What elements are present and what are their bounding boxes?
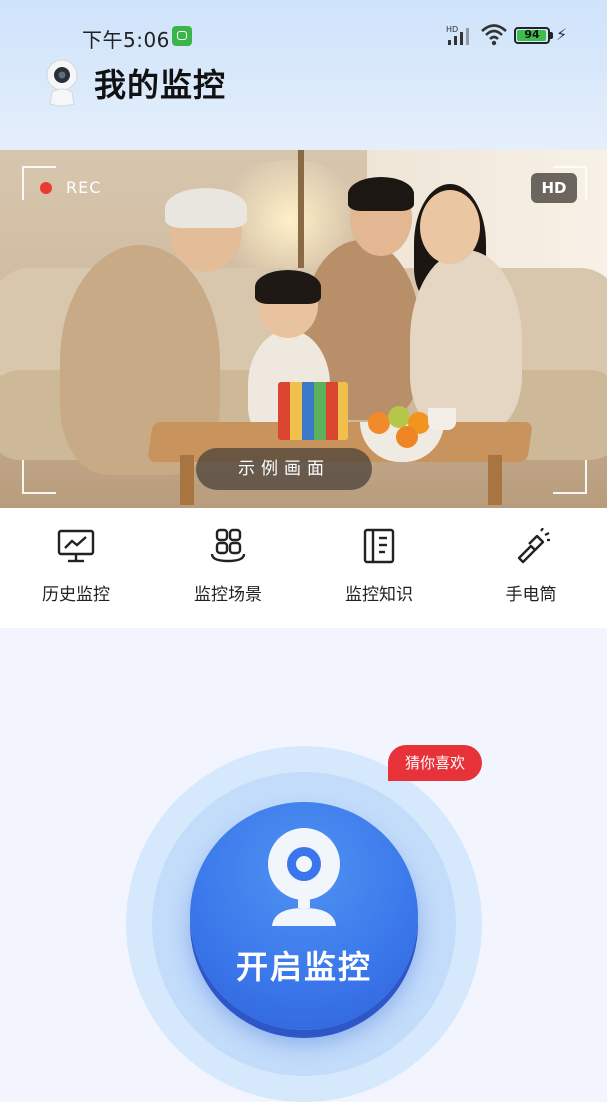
page-title: 我的监控 xyxy=(94,66,227,104)
app-notification-icon xyxy=(172,26,192,46)
knowledge-book-icon xyxy=(363,528,395,564)
start-monitoring-button[interactable]: 开启监控 xyxy=(190,802,418,1030)
rec-label: REC xyxy=(66,178,102,197)
toy-blocks xyxy=(278,382,348,440)
status-time: 下午5:06 xyxy=(82,28,170,52)
shortcut-label: 手电筒 xyxy=(505,585,557,605)
hd-badge[interactable]: HD xyxy=(531,173,577,203)
svg-text:HD: HD xyxy=(446,25,458,34)
guess-you-like-tag[interactable]: 猜你喜欢 xyxy=(388,745,482,781)
camera-icon xyxy=(268,828,340,926)
battery-level: 94 xyxy=(524,28,540,41)
shortcut-label: 监控知识 xyxy=(345,585,413,605)
charging-icon: ⚡ xyxy=(556,25,568,44)
mother-figure xyxy=(410,250,522,430)
frame-corner-br xyxy=(553,460,587,494)
shortcut-bar: 历史监控 监控场景 监控知识 手电筒 xyxy=(0,508,607,628)
shortcut-label: 历史监控 xyxy=(42,585,110,605)
tea-cup xyxy=(428,408,456,430)
battery-indicator: 94 xyxy=(514,27,550,44)
frame-corner-bl xyxy=(22,460,56,494)
shortcut-monitor-knowledge[interactable]: 监控知识 xyxy=(319,528,439,618)
app-header: 我的监控 xyxy=(0,54,607,114)
shortcut-history-monitor[interactable]: 历史监控 xyxy=(16,528,136,618)
scene-grid-icon xyxy=(210,528,246,563)
rec-indicator-icon xyxy=(40,182,52,194)
sample-view-label: 示例画面 xyxy=(196,448,372,490)
cellular-signal-icon: HD xyxy=(446,25,469,45)
start-monitoring-label: 开启监控 xyxy=(235,948,372,986)
camera-logo-icon xyxy=(46,59,78,107)
frame-corner-tl xyxy=(22,166,56,200)
shortcut-flashlight[interactable]: 手电筒 xyxy=(471,528,591,618)
shortcut-label: 监控场景 xyxy=(194,585,262,605)
shortcut-monitor-scene[interactable]: 监控场景 xyxy=(168,528,288,618)
wifi-icon xyxy=(481,24,507,46)
flashlight-icon xyxy=(517,528,550,564)
monitor-chart-icon xyxy=(57,529,95,563)
